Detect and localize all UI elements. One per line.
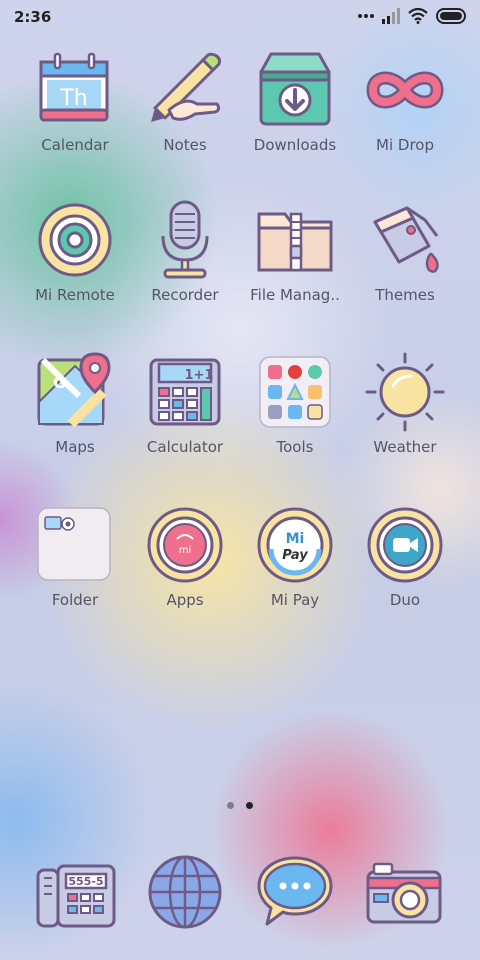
calculator-icon: 1+1 <box>145 352 225 432</box>
messages-icon <box>257 856 333 926</box>
dock-camera[interactable] <box>364 852 444 932</box>
mi-pay-badge: Mi <box>286 531 305 547</box>
app-weather[interactable]: Weather <box>350 352 460 456</box>
app-calendar[interactable]: Th Calendar <box>20 50 130 154</box>
maps-badge: G <box>53 373 66 392</box>
app-label: Mi Remote <box>35 286 115 304</box>
app-mi-drop[interactable]: Mi Drop <box>350 50 460 154</box>
apps-icon: mi <box>145 505 225 585</box>
mi-pay-icon: Mi Pay <box>255 505 335 585</box>
browser-icon <box>148 855 222 929</box>
folder-icon <box>35 505 115 585</box>
app-label: File Manag.. <box>250 286 340 304</box>
more-dots-icon <box>358 14 374 18</box>
duo-icon <box>365 505 445 585</box>
camera-icon <box>366 862 442 924</box>
page-indicator <box>0 802 480 809</box>
tools-folder-icon <box>255 352 335 432</box>
themes-icon <box>365 200 445 280</box>
app-label: Calendar <box>41 136 109 154</box>
page-dot-2[interactable] <box>246 802 253 809</box>
app-label: Apps <box>166 591 204 609</box>
app-label: Weather <box>373 438 437 456</box>
mi-remote-icon <box>35 200 115 280</box>
status-icons <box>358 8 468 24</box>
app-calculator[interactable]: 1+1 Calculator <box>130 352 240 456</box>
dock-messages[interactable] <box>255 852 335 932</box>
folder-tools[interactable]: Tools <box>240 352 350 456</box>
maps-icon: G <box>35 352 115 432</box>
signal-icon <box>382 8 400 24</box>
calendar-icon: Th <box>35 50 115 130</box>
notes-icon <box>145 50 225 130</box>
app-mi-remote[interactable]: Mi Remote <box>20 200 130 304</box>
folder-generic[interactable]: Folder <box>20 505 130 609</box>
app-label: Themes <box>375 286 435 304</box>
app-file-manager[interactable]: File Manag.. <box>240 200 350 304</box>
weather-icon <box>365 352 445 432</box>
app-label: Recorder <box>151 286 219 304</box>
app-label: Notes <box>163 136 207 154</box>
app-downloads[interactable]: Downloads <box>240 50 350 154</box>
app-label: Downloads <box>253 136 337 154</box>
calculator-badge: 1+1 <box>185 368 214 383</box>
phone-icon: 555-5 <box>36 864 116 928</box>
recorder-icon <box>145 200 225 280</box>
app-notes[interactable]: Notes <box>130 50 240 154</box>
app-label: Mi Pay <box>270 591 320 609</box>
app-label: Maps <box>55 438 95 456</box>
status-bar: 2:36 <box>0 0 480 34</box>
mi-drop-icon <box>365 50 445 130</box>
status-time: 2:36 <box>14 8 52 26</box>
apps-badge: mi <box>179 545 192 556</box>
app-label: Mi Drop <box>376 136 434 154</box>
dock-browser[interactable] <box>145 852 225 932</box>
dock-phone[interactable]: 555-5 <box>36 852 116 932</box>
app-themes[interactable]: Themes <box>350 200 460 304</box>
file-manager-icon <box>255 200 335 280</box>
mi-pay-badge2: Pay <box>282 548 308 563</box>
app-maps[interactable]: G Maps <box>20 352 130 456</box>
app-label: Folder <box>51 591 99 609</box>
wifi-icon <box>408 8 428 24</box>
app-mi-pay[interactable]: Mi Pay Mi Pay <box>240 505 350 609</box>
app-label: Calculator <box>146 438 224 456</box>
battery-icon <box>436 8 466 24</box>
calendar-badge: Th <box>59 86 87 111</box>
downloads-icon <box>255 50 335 130</box>
app-recorder[interactable]: Recorder <box>130 200 240 304</box>
app-label: Tools <box>276 438 314 456</box>
app-duo[interactable]: Duo <box>350 505 460 609</box>
page-dot-1[interactable] <box>227 802 234 809</box>
app-label: Duo <box>389 591 421 609</box>
app-apps[interactable]: mi Apps <box>130 505 240 609</box>
phone-badge: 555-5 <box>68 875 103 888</box>
